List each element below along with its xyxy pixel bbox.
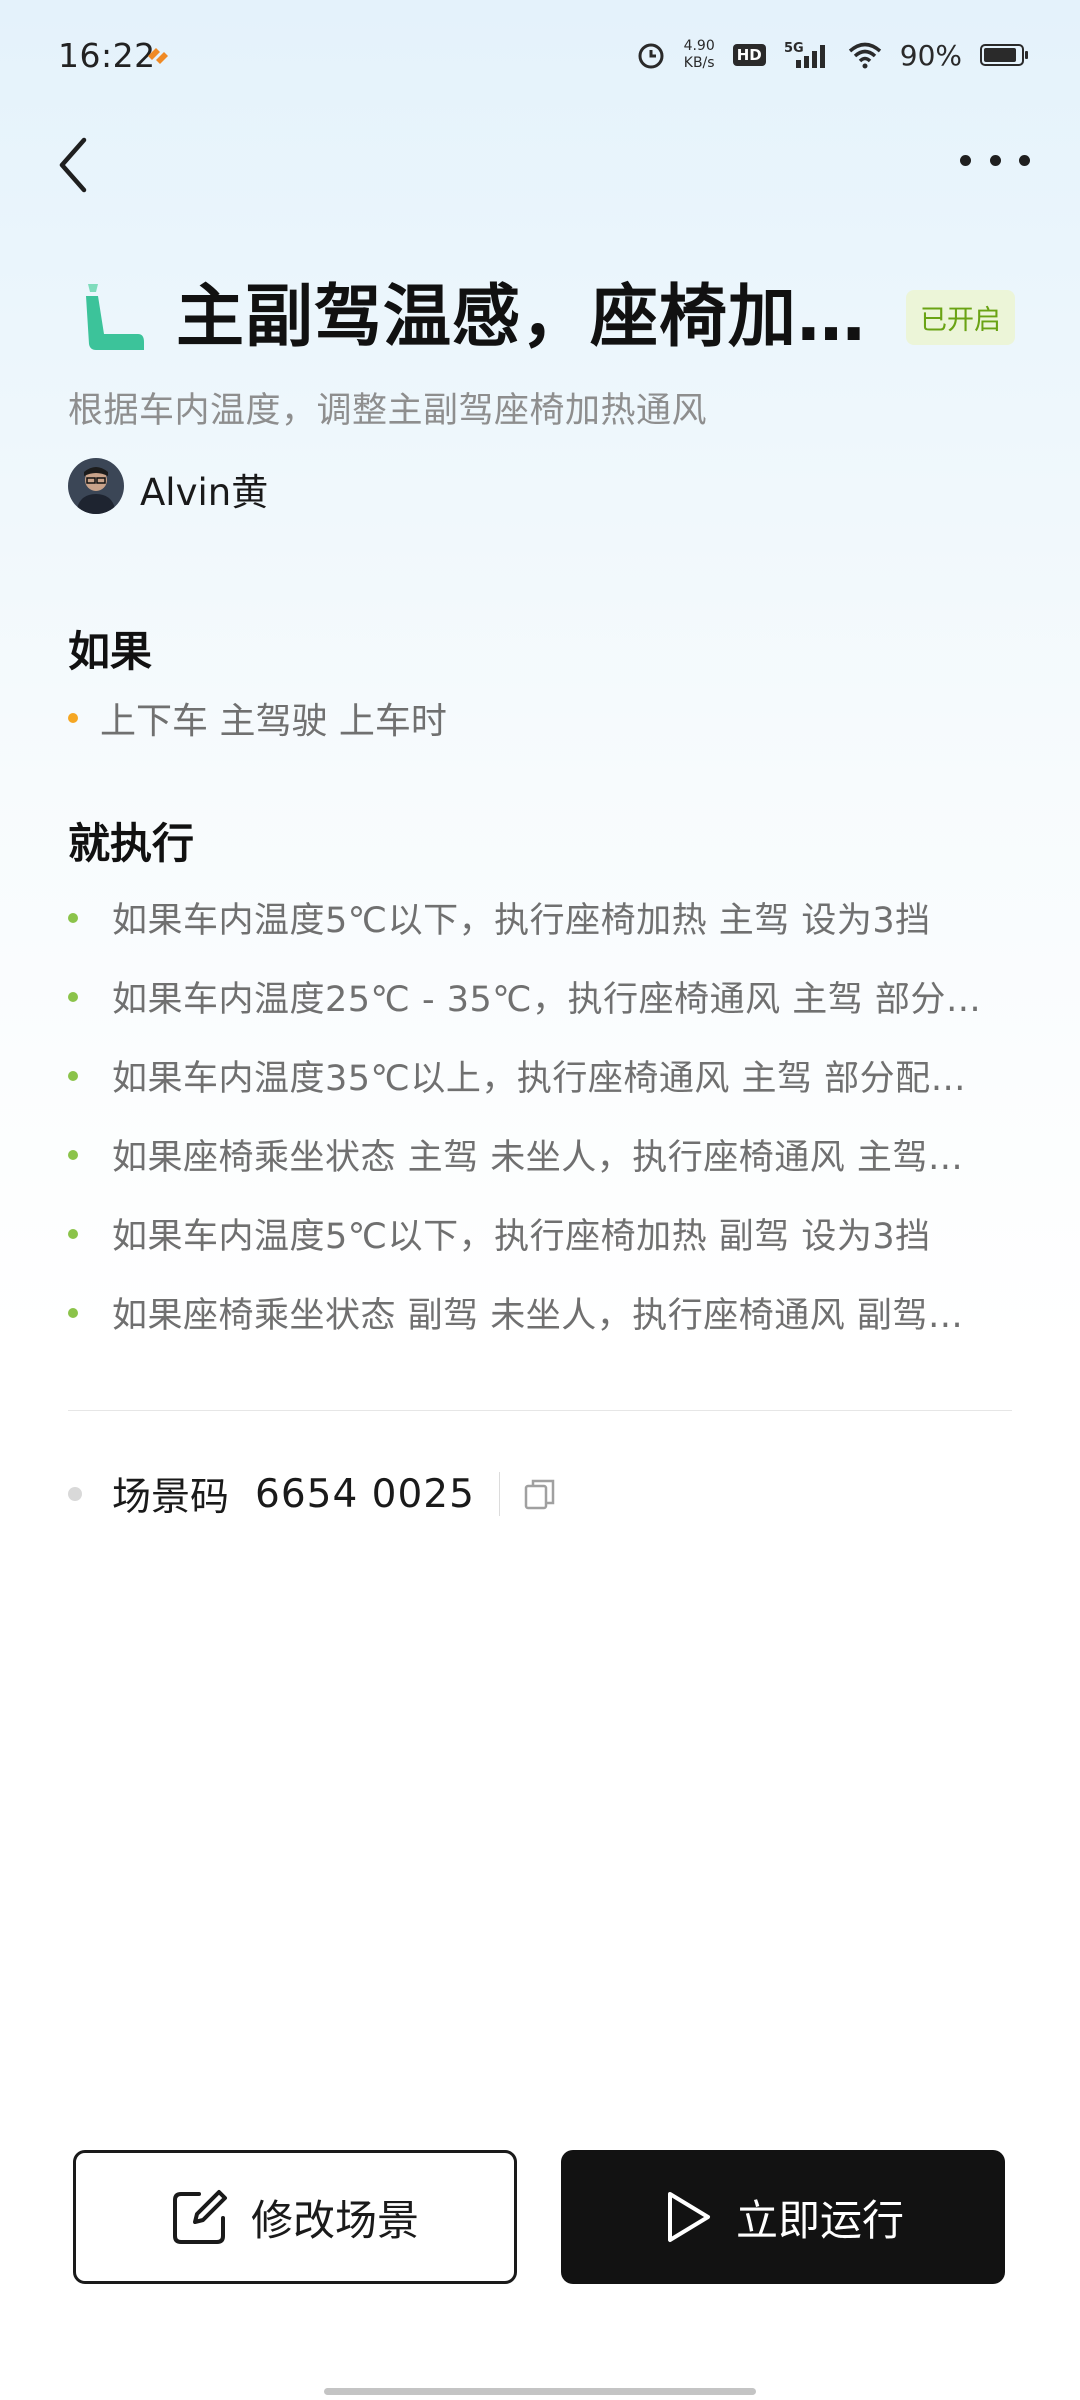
scene-code-row: 场景码 6654 0025 <box>68 1464 558 1524</box>
action-text: 如果车内温度5℃以下，执行座椅加热 主驾 设为3挡 <box>112 901 931 941</box>
net-speed-value: 4.90 <box>683 38 715 54</box>
divider <box>498 1472 500 1516</box>
scene-title: 主副驾温感，座椅加热通风 <box>176 278 866 357</box>
condition-text: 上下车 主驾驶 上车时 <box>100 701 447 742</box>
more-dot-icon <box>1019 154 1030 166</box>
status-icons: 4.90 KB/s HD 5G 90% <box>636 38 1028 72</box>
action-item: 如果座椅乘坐状态 副驾 未坐人，执行座椅通风 副驾… <box>68 1273 1012 1352</box>
more-dot-icon <box>989 154 1001 166</box>
bullet-dot-icon <box>68 1070 78 1081</box>
condition-list: 上下车 主驾驶 上车时 <box>68 688 447 748</box>
signal-5g-icon: 5G <box>784 41 825 68</box>
hd-badge: HD <box>732 44 766 66</box>
bullet-dot-icon <box>68 713 78 723</box>
status-badge: 已开启 <box>906 290 1015 345</box>
battery-level <box>984 48 1017 62</box>
scene-code-value: 6654 0025 <box>255 1471 475 1517</box>
svg-text:5G: 5G <box>784 41 804 56</box>
bullet-dot-icon <box>68 1228 78 1239</box>
condition-section-title: 如果 <box>68 627 153 676</box>
scene-description: 根据车内温度，调整主副驾座椅加热通风 <box>68 391 708 431</box>
wifi-icon <box>848 42 881 69</box>
net-speed-unit: KB/s <box>683 55 715 71</box>
run-now-button[interactable]: 立即运行 <box>561 2150 1005 2284</box>
action-item: 如果车内温度35℃以上，执行座椅通风 主驾 部分配… <box>68 1036 1012 1115</box>
divider <box>68 1410 1012 1411</box>
action-item: 如果车内温度25℃ - 35℃，执行座椅通风 主驾 部分… <box>68 957 1012 1036</box>
bullet-dot-icon <box>68 1307 78 1318</box>
battery-icon <box>980 44 1028 66</box>
action-text: 如果座椅乘坐状态 副驾 未坐人，执行座椅通风 副驾… <box>112 1296 964 1336</box>
home-indicator[interactable] <box>324 2388 756 2395</box>
edit-scene-label: 修改场景 <box>250 2195 419 2245</box>
more-dot-icon <box>960 154 971 166</box>
condition-item: 上下车 主驾驶 上车时 <box>68 688 447 748</box>
more-options-button[interactable] <box>960 140 1030 180</box>
status-time: 16:22 <box>58 36 156 75</box>
avatar[interactable] <box>68 458 124 514</box>
bullet-dot-icon <box>68 991 78 1002</box>
back-button[interactable] <box>50 130 100 200</box>
action-item: 如果车内温度5℃以下，执行座椅加热 副驾 设为3挡 <box>68 1194 1012 1273</box>
action-text: 如果座椅乘坐状态 主驾 未坐人，执行座椅通风 主驾… <box>112 1138 964 1178</box>
action-item: 如果车内温度5℃以下，执行座椅加热 主驾 设为3挡 <box>68 878 1012 957</box>
run-now-label: 立即运行 <box>735 2195 904 2245</box>
bullet-dot-icon <box>68 912 78 923</box>
bullet-dot-icon <box>68 1487 82 1501</box>
action-text: 如果车内温度35℃以上，执行座椅通风 主驾 部分配… <box>112 1059 967 1099</box>
author-name[interactable]: Alvin黄 <box>140 462 268 516</box>
action-item: 如果座椅乘坐状态 主驾 未坐人，执行座椅通风 主驾… <box>68 1115 1012 1194</box>
play-icon <box>667 2192 710 2242</box>
copy-icon[interactable] <box>522 1476 558 1512</box>
network-speed: 4.90 KB/s <box>684 38 715 72</box>
action-text: 如果车内温度5℃以下，执行座椅加热 副驾 设为3挡 <box>112 1217 931 1257</box>
battery-percent: 90% <box>899 38 962 72</box>
scene-code-label: 场景码 <box>112 1475 230 1520</box>
alarm-icon <box>638 43 664 69</box>
notification-icon <box>148 48 168 64</box>
action-text: 如果车内温度25℃ - 35℃，执行座椅通风 主驾 部分… <box>112 980 982 1020</box>
avatar-image <box>68 458 124 514</box>
chevron-left-icon <box>59 137 87 193</box>
action-list: 如果车内温度5℃以下，执行座椅加热 主驾 设为3挡 如果车内温度25℃ - 35… <box>68 878 1012 1352</box>
edit-icon <box>172 2190 227 2244</box>
action-section-title: 就执行 <box>68 819 195 868</box>
car-seat-icon <box>86 284 144 350</box>
bullet-dot-icon <box>68 1149 78 1160</box>
edit-scene-button[interactable]: 修改场景 <box>73 2150 517 2284</box>
